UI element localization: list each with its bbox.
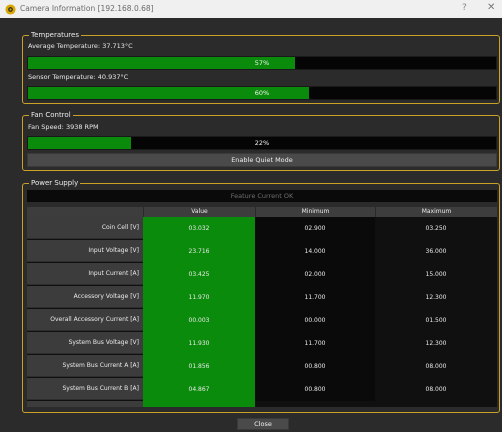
- table-row: System Bus Voltage [V] 11.930 11.700 12.…: [27, 332, 497, 355]
- input-current-value: 03.425: [143, 263, 255, 286]
- accessory-voltage-maximum: 12.300: [375, 286, 497, 309]
- accessory-voltage-minimum: 11.700: [255, 286, 375, 309]
- system-bus-current-b-value: 04.867: [143, 378, 255, 401]
- input-current-maximum: 15.000: [375, 263, 497, 286]
- table-row: System Bus Current B [A] 04.867 00.800 0…: [27, 378, 497, 401]
- fan-control-group-title: Fan Control: [29, 111, 73, 120]
- coin-cell-value: 03.032: [143, 217, 255, 240]
- fan-speed-label: Fan Speed: 3938 RPM: [28, 123, 99, 131]
- sensor-temperature-percent: 60%: [254, 89, 270, 97]
- coin-cell-minimum: 02.900: [255, 217, 375, 240]
- row-label-system-bus-voltage: System Bus Voltage [V]: [27, 332, 143, 354]
- table-header: Value Minimum Maximum: [27, 207, 497, 217]
- coin-cell-maximum: 03.250: [375, 217, 497, 240]
- table-row: System Bus Current A [A] 01.856 00.800 0…: [27, 355, 497, 378]
- power-supply-group-title: Power Supply: [29, 179, 81, 188]
- system-bus-voltage-value: 11.930: [143, 332, 255, 355]
- input-current-minimum: 02.000: [255, 263, 375, 286]
- row-label-system-bus-current-b: System Bus Current B [A]: [27, 378, 143, 400]
- overall-accessory-current-maximum: 01.500: [375, 309, 497, 332]
- table-row: Input Current [A] 03.425 02.000 15.000: [27, 263, 497, 286]
- system-bus-current-a-value: 01.856: [143, 355, 255, 378]
- overall-accessory-current-value: 00.003: [143, 309, 255, 332]
- overall-accessory-current-minimum: 00.000: [255, 309, 375, 332]
- title-bar: Camera Information [192.168.0.68] ? ✕: [0, 0, 502, 18]
- row-label-system-bus-current-a: System Bus Current A [A]: [27, 355, 143, 377]
- row-label-input-voltage: Input Voltage [V]: [27, 240, 143, 262]
- table-empty-value-area: [143, 401, 255, 407]
- table-row: Coin Cell [V] 03.032 02.900 03.250: [27, 217, 497, 240]
- system-bus-voltage-minimum: 11.700: [255, 332, 375, 355]
- power-supply-status: Feature Current OK: [27, 190, 497, 202]
- average-temperature-label: Average Temperature: 37.713°C: [28, 42, 133, 50]
- row-label-overall-accessory-current: Overall Accessory Current [A]: [27, 309, 143, 331]
- system-bus-current-a-maximum: 08.000: [375, 355, 497, 378]
- sensor-temperature-progress: 60%: [27, 86, 497, 100]
- sensor-temperature-label: Sensor Temperature: 40.937°C: [28, 73, 129, 81]
- header-corner: [27, 207, 143, 217]
- table-row: Input Voltage [V] 23.716 14.000 36.000: [27, 240, 497, 263]
- header-maximum: Maximum: [375, 207, 497, 217]
- row-label-accessory-voltage: Accessory Voltage [V]: [27, 286, 143, 308]
- window-title: Camera Information [192.168.0.68]: [20, 4, 154, 13]
- system-bus-current-b-minimum: 00.800: [255, 378, 375, 401]
- average-temperature-percent: 57%: [254, 59, 270, 67]
- row-label-input-current: Input Current [A]: [27, 263, 143, 285]
- temperatures-group-title: Temperatures: [29, 31, 81, 40]
- table-row: Accessory Voltage [V] 11.970 11.700 12.3…: [27, 286, 497, 309]
- table-empty-label-area: [27, 401, 143, 407]
- camera-app-icon: [5, 4, 16, 15]
- accessory-voltage-value: 11.970: [143, 286, 255, 309]
- system-bus-current-a-minimum: 00.800: [255, 355, 375, 378]
- system-bus-voltage-maximum: 12.300: [375, 332, 497, 355]
- power-supply-table: Value Minimum Maximum Coin Cell [V] 03.0…: [27, 207, 497, 407]
- header-value: Value: [143, 207, 255, 217]
- help-button[interactable]: ?: [462, 3, 467, 13]
- input-voltage-maximum: 36.000: [375, 240, 497, 263]
- close-button[interactable]: Close: [237, 418, 289, 430]
- average-temperature-progress: 57%: [27, 56, 497, 70]
- window-close-button[interactable]: ✕: [487, 2, 495, 13]
- fan-speed-progress: 22%: [27, 136, 497, 150]
- fan-speed-percent: 22%: [254, 139, 270, 147]
- header-minimum: Minimum: [255, 207, 375, 217]
- table-row: Overall Accessory Current [A] 00.003 00.…: [27, 309, 497, 332]
- input-voltage-minimum: 14.000: [255, 240, 375, 263]
- enable-quiet-mode-button[interactable]: Enable Quiet Mode: [27, 153, 497, 167]
- row-label-coin-cell: Coin Cell [V]: [27, 217, 143, 239]
- input-voltage-value: 23.716: [143, 240, 255, 263]
- system-bus-current-b-maximum: 08.000: [375, 378, 497, 401]
